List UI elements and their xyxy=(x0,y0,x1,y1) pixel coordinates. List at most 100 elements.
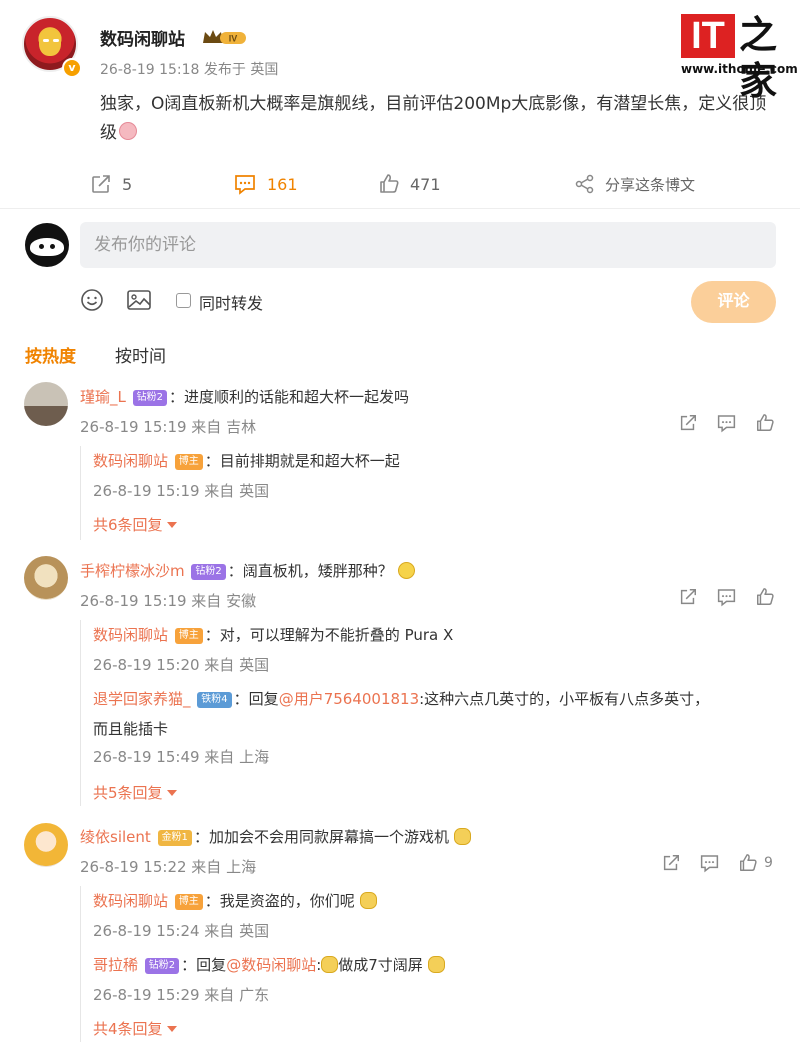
share-button[interactable]: 分享这条博文 xyxy=(575,165,695,203)
image-upload-icon[interactable] xyxy=(126,288,152,312)
comment-button[interactable]: 161 xyxy=(233,165,298,203)
comment-like-count: 9 xyxy=(764,855,773,871)
reply-author[interactable]: 数码闲聊站 xyxy=(93,892,168,910)
repost-icon[interactable] xyxy=(661,853,681,873)
comment-icon xyxy=(235,175,255,195)
submit-comment-button[interactable]: 评论 xyxy=(691,281,776,323)
also-repost-checkbox[interactable] xyxy=(176,293,191,308)
mention-link[interactable]: @用户7564001813 xyxy=(279,690,419,708)
reply-text: ：目前排期就是和超大杯一起 xyxy=(204,452,400,470)
reply-text: ：对，可以理解为不能折叠的 Pura X xyxy=(204,626,454,644)
comment-input[interactable] xyxy=(80,222,776,268)
avatar-bear xyxy=(30,238,64,256)
comment-actions xyxy=(678,587,775,607)
repost-icon[interactable] xyxy=(678,587,698,607)
doge-emoji-icon xyxy=(359,892,377,909)
reply-prefix: ：回复 xyxy=(233,690,279,708)
repost-button[interactable]: 5 xyxy=(90,165,132,203)
commenter-name[interactable]: 瑾瑜_L xyxy=(80,388,126,406)
post-meta: 26-8-19 15:18 发布于 英国 xyxy=(100,59,278,79)
more-replies-link[interactable]: 共5条回复 xyxy=(93,782,177,803)
tab-sort-time[interactable]: 按时间 xyxy=(115,342,166,367)
emoji-picker-icon[interactable] xyxy=(80,288,104,312)
chevron-down-icon xyxy=(166,522,177,528)
level-text: IV xyxy=(229,34,238,44)
chevron-down-icon xyxy=(166,790,177,796)
logo-it: IT xyxy=(681,14,735,58)
reply-line: 数码闲聊站 博主 ：目前排期就是和超大杯一起 xyxy=(93,450,400,471)
host-badge: 博主 xyxy=(174,894,203,910)
thumbs-up-icon[interactable] xyxy=(755,587,775,607)
reply-line: 数码闲聊站 博主 ：对，可以理解为不能折叠的 Pura X xyxy=(93,624,453,645)
comment-text: ：进度顺利的话能和超大杯一起发吗 xyxy=(169,388,410,406)
more-replies-label: 共4条回复 xyxy=(93,1020,163,1038)
repost-icon xyxy=(92,175,110,193)
logo-zh: 之家 xyxy=(739,12,778,103)
ironman-face xyxy=(39,30,61,56)
vip-level-badge: IV xyxy=(203,30,246,44)
host-badge: 博主 xyxy=(174,454,203,470)
reply-author[interactable]: 数码闲聊站 xyxy=(93,626,168,644)
comment-icon[interactable] xyxy=(716,587,737,607)
comment-line: 手榨柠檬冰沙m 钻粉2 ：阔直板机，矮胖那种？ xyxy=(80,560,415,581)
fan-badge: 钻粉2 xyxy=(132,390,168,406)
my-avatar[interactable] xyxy=(25,223,69,267)
thumbs-up-icon xyxy=(380,174,399,193)
reply-prefix: ：回复 xyxy=(181,956,227,974)
emoji-icon xyxy=(119,122,137,140)
post-action-bar: 5 161 471 分享这条博文 xyxy=(0,165,800,203)
reply-thread: 数码闲聊站 博主 ：我是资盗的，你们呢 26-8-19 15:24 来自 英国 哥… xyxy=(80,886,760,1042)
reply-line: 数码闲聊站 博主 ：我是资盗的，你们呢 xyxy=(93,890,377,911)
comment-text: ：加加会不会用同款屏幕搞一个游戏机 xyxy=(193,828,449,846)
commenter-avatar[interactable] xyxy=(24,556,68,600)
more-replies-label: 共6条回复 xyxy=(93,516,163,534)
reply-author[interactable]: 退学回家养猫_ xyxy=(93,690,191,708)
fan-badge: 铁粉4 xyxy=(197,692,232,708)
reply-author[interactable]: 哥拉稀 xyxy=(93,956,138,974)
reply-line: 退学回家养猫_ 铁粉4 ：回复@用户7564001813:这种六点几英寸的，小平板… xyxy=(93,688,709,709)
thumbs-up-icon[interactable] xyxy=(755,413,775,433)
share-label: 分享这条博文 xyxy=(605,175,696,194)
avatar-eye xyxy=(53,39,59,42)
doge-emoji-icon xyxy=(321,956,339,973)
more-replies-link[interactable]: 共6条回复 xyxy=(93,514,177,535)
comment-icon[interactable] xyxy=(716,413,737,433)
commenter-name[interactable]: 手榨柠檬冰沙m xyxy=(80,562,185,580)
post-location: 发布于 英国 xyxy=(203,62,279,78)
repost-icon[interactable] xyxy=(678,413,698,433)
logo-url: www.ithome.com xyxy=(681,62,798,76)
thinking-emoji-icon xyxy=(397,562,415,579)
more-replies-label: 共5条回复 xyxy=(93,784,163,802)
comment-icon[interactable] xyxy=(699,853,720,873)
post-text: 独家，O阔直板新机大概率是旗舰线，目前评估200Mp大底影像，有潜望长焦，定义很… xyxy=(100,94,767,143)
fan-badge: 钻粉2 xyxy=(191,564,226,580)
reply-author[interactable]: 数码闲聊站 xyxy=(93,452,168,470)
comment-count: 161 xyxy=(267,174,298,194)
fan-badge: 钻粉2 xyxy=(144,958,180,974)
reply-meta: 26-8-19 15:49 来自 上海 xyxy=(93,748,270,766)
also-repost-label[interactable]: 同时转发 xyxy=(199,290,263,314)
comment-meta: 26-8-19 15:19 来自 吉林 xyxy=(80,418,257,436)
tab-sort-hot[interactable]: 按热度 xyxy=(25,342,76,367)
mention-link[interactable]: @数码闲聊站 xyxy=(226,956,316,974)
more-replies-link[interactable]: 共4条回复 xyxy=(93,1018,177,1039)
commenter-name[interactable]: 绫依silent xyxy=(80,828,151,846)
author-name[interactable]: 数码闲聊站 xyxy=(100,25,185,50)
commenter-avatar[interactable] xyxy=(24,382,68,426)
doge-emoji-icon xyxy=(427,956,445,973)
post-time: 26-8-19 15:18 xyxy=(100,62,200,78)
like-button[interactable]: 471 xyxy=(378,165,441,203)
thumbs-up-icon[interactable] xyxy=(738,853,758,873)
comment-meta: 26-8-19 15:22 来自 上海 xyxy=(80,858,257,876)
reply-meta: 26-8-19 15:29 来自 广东 xyxy=(93,986,270,1004)
reply-thread: 数码闲聊站 博主 ：目前排期就是和超大杯一起 26-8-19 15:19 来自 英… xyxy=(80,446,760,540)
reply-thread: 数码闲聊站 博主 ：对，可以理解为不能折叠的 Pura X 26-8-19 15:… xyxy=(80,620,760,806)
avatar-eye xyxy=(39,244,44,249)
avatar-eye xyxy=(50,244,55,249)
reply-text: 做成7寸阔屏 xyxy=(338,956,423,974)
share-icon xyxy=(575,174,594,194)
host-badge: 博主 xyxy=(174,628,203,644)
commenter-avatar[interactable] xyxy=(24,823,68,867)
chevron-down-icon xyxy=(166,1026,177,1032)
doge-emoji-icon xyxy=(453,828,471,845)
